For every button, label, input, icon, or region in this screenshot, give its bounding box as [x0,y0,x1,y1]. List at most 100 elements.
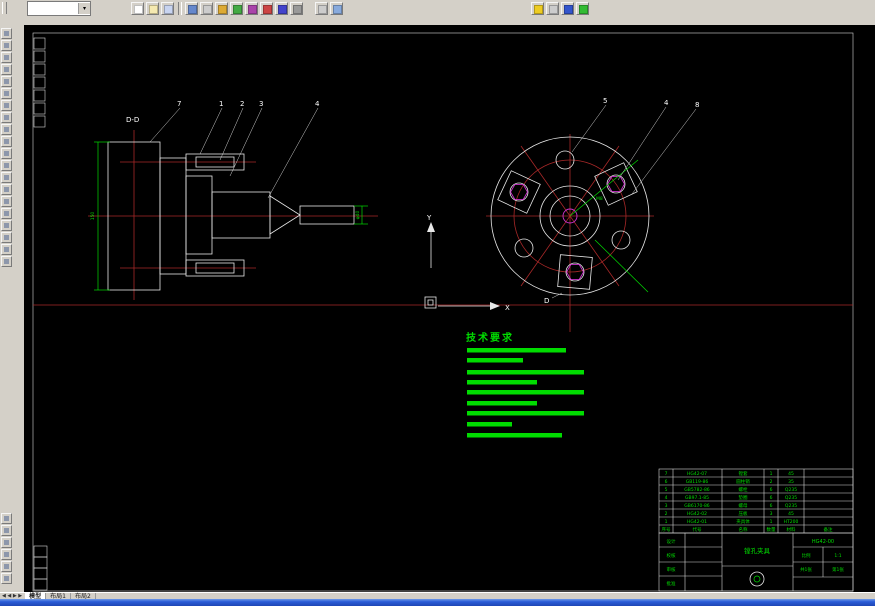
edit-toolbar-group [185,2,305,15]
redo-icon[interactable] [290,2,303,15]
dock-button[interactable] [1,513,12,524]
ucs-axis-icon: Y X [424,214,510,312]
dock-button[interactable] [1,148,12,159]
svg-text:45: 45 [788,511,794,517]
dock-button[interactable] [1,88,12,99]
dock-button[interactable] [1,100,12,111]
svg-text:3: 3 [770,511,773,517]
dock-button[interactable] [1,64,12,75]
dock-button[interactable] [1,549,12,560]
toolbar-grip[interactable] [2,2,7,14]
svg-text:2: 2 [770,479,773,485]
dock-button[interactable] [1,561,12,572]
new-icon[interactable] [131,2,144,15]
svg-text:材料: 材料 [787,526,796,533]
dock-button[interactable] [1,232,12,243]
sign-label: 设计 [667,538,676,545]
dock-button[interactable] [1,256,12,267]
svg-text:35: 35 [788,479,794,485]
dock-button[interactable] [1,208,12,219]
star-icon[interactable] [531,2,544,15]
callout-7: 7 [177,100,181,108]
dock-button[interactable] [1,244,12,255]
preview-icon[interactable] [200,2,213,15]
svg-text:4: 4 [665,495,668,501]
technical-requirements: 技术要求 [466,331,584,438]
ucs-y-label: Y [426,214,432,222]
svg-text:6: 6 [770,487,773,493]
sheet-label: 共1张 [800,566,812,573]
svg-text:6: 6 [770,495,773,501]
dock-button[interactable] [1,525,12,536]
sign-label: 审核 [667,566,676,573]
copy-icon[interactable] [230,2,243,15]
scale-value: 1:1 [834,553,841,559]
layout-tab-bar: ◀ ◀ ▶ ▶ 模型 布局1 布局2 [0,592,875,600]
callout-4: 4 [315,100,320,108]
section-marker-d: D [544,297,549,305]
svg-text:镗套: 镗套 [739,470,748,477]
dropdown-arrow-icon[interactable]: ▾ [78,3,90,14]
dock-button[interactable] [1,136,12,147]
dock-button[interactable] [1,28,12,39]
top-toolbar: ▾ [0,0,875,25]
parts-rows: 7 HG42-07 镗套 1 45 6 GB119-86 圆柱销 2 35 5 GB5782-86… [662,470,833,533]
sheet-frame [32,32,854,592]
properties-icon[interactable] [546,2,559,15]
svg-text:1: 1 [770,519,773,525]
stamp-logo-icon [749,571,765,587]
dock-button[interactable] [1,160,12,171]
svg-text:HG42-07: HG42-07 [687,471,707,477]
callout-8: 8 [695,101,699,109]
taskbar-strip[interactable] [0,599,875,606]
dock-button[interactable] [1,112,12,123]
svg-text:圆柱销: 圆柱销 [736,478,750,485]
dock-button[interactable] [1,573,12,584]
dock-button[interactable] [1,220,12,231]
ucs-icon[interactable] [561,2,574,15]
undo-icon[interactable] [275,2,288,15]
svg-text:数量: 数量 [767,526,776,533]
dock-button[interactable] [1,537,12,548]
drawing-canvas[interactable]: D-D 150 φ40 7 1 2 3 4 M8 5 4 8 D Y X 技术要… [24,25,875,592]
tech-requirement-line [467,370,584,375]
svg-text:GB5782-86: GB5782-86 [684,487,710,493]
svg-text:HG42-01: HG42-01 [687,519,707,525]
draw-toolbar [1,28,12,268]
open-icon[interactable] [146,2,159,15]
dock-button[interactable] [1,184,12,195]
pan-icon[interactable] [315,2,328,15]
svg-text:6: 6 [770,503,773,509]
dock-button[interactable] [1,52,12,63]
zoom-icon[interactable] [330,2,343,15]
dock-button[interactable] [1,196,12,207]
drawing-number: HG42-00 [812,539,834,545]
print-icon[interactable] [185,2,198,15]
svg-text:GB6170-86: GB6170-86 [684,503,710,509]
tech-requirement-line [467,348,566,353]
dock-button[interactable] [1,76,12,87]
tech-requirements-title: 技术要求 [466,331,514,344]
drawing-svg: D-D 150 φ40 7 1 2 3 4 M8 5 4 8 D Y X 技术要… [32,32,854,592]
save-icon[interactable] [161,2,174,15]
cut-icon[interactable] [215,2,228,15]
style-combo[interactable]: ▾ [27,1,91,16]
svg-text:GB119-86: GB119-86 [686,479,709,485]
dock-button[interactable] [1,40,12,51]
svg-text:代号: 代号 [693,526,702,533]
callout-3: 3 [259,100,263,108]
match-properties-icon[interactable] [260,2,273,15]
dock-button[interactable] [1,124,12,135]
svg-text:1: 1 [665,519,668,525]
left-toolbar-dock [0,25,24,592]
paste-icon[interactable] [245,2,258,15]
svg-text:Q235: Q235 [785,495,797,501]
render-icon[interactable] [576,2,589,15]
tech-requirement-line [467,433,562,438]
file-toolbar-group [131,2,176,15]
tech-requirement-line [467,401,537,406]
svg-text:7: 7 [665,471,668,477]
svg-text:垫圈: 垫圈 [739,494,748,501]
dock-button[interactable] [1,172,12,183]
svg-text:备注: 备注 [824,526,833,533]
